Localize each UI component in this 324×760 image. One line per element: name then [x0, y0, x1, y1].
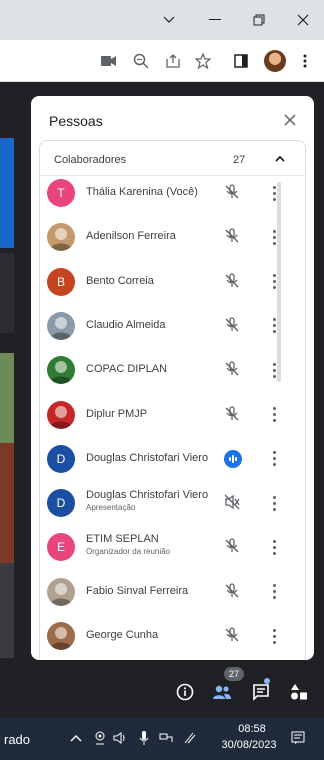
mic-off-icon[interactable] — [223, 272, 243, 292]
panel-title: Pessoas — [49, 113, 103, 129]
tab-search-chevron-down-icon[interactable] — [146, 0, 192, 40]
chat-notification-dot — [264, 678, 270, 684]
participant-subtitle: Apresentação — [86, 503, 136, 513]
participant-name: Claudio Almeida — [86, 318, 166, 331]
clock-date[interactable]: 30/08/2023 — [214, 739, 284, 751]
info-icon[interactable] — [173, 680, 197, 704]
participant-avatar: T — [47, 179, 75, 207]
participant-name: Bento Correia — [86, 274, 154, 287]
participant-avatar — [47, 622, 75, 650]
participant-name: Adenilson Ferreira — [86, 230, 176, 243]
restore-icon[interactable] — [236, 0, 282, 40]
mic-off-icon[interactable] — [223, 537, 243, 557]
clock-time[interactable]: 08:58 — [222, 723, 282, 735]
collapse-chevron-up-icon[interactable] — [270, 149, 290, 169]
video-tile-edge — [0, 443, 14, 563]
section-label: Colaboradores — [54, 154, 127, 166]
tray-speaker-icon[interactable] — [112, 730, 128, 746]
video-tile-edge — [0, 138, 14, 248]
participant-row[interactable]: D Douglas Christofari Viero Apresentação — [39, 481, 289, 525]
more-vert-icon[interactable] — [269, 493, 279, 513]
tray-camera-icon[interactable] — [92, 730, 108, 746]
participant-avatar — [47, 400, 75, 429]
participant-avatar — [47, 223, 75, 252]
participant-row[interactable]: B Bento Correia — [39, 260, 289, 304]
participant-avatar — [47, 311, 75, 340]
people-panel: Pessoas Colaboradores 27 T Thália Karenin… — [31, 96, 314, 660]
participant-name: Fabio Sinval Ferreira — [86, 584, 189, 597]
mic-off-icon[interactable] — [223, 405, 243, 425]
participant-list-scrollbar[interactable] — [277, 182, 281, 382]
mic-off-icon[interactable] — [223, 360, 243, 380]
participant-name: COPAC DIPLAN — [86, 363, 168, 376]
more-vert-icon[interactable] — [269, 537, 279, 557]
profile-avatar[interactable] — [264, 50, 286, 72]
audio-off-icon[interactable] — [223, 493, 243, 513]
participant-row[interactable]: COPAC DIPLAN — [39, 348, 289, 392]
participant-avatar: D — [47, 444, 75, 473]
participant-row[interactable]: D Douglas Christofari Viero — [39, 437, 289, 481]
participant-name: Douglas Christofari Viero — [86, 451, 209, 464]
mic-off-icon[interactable] — [223, 582, 243, 602]
tray-mic-icon[interactable] — [136, 730, 152, 746]
participant-avatar: B — [47, 267, 75, 296]
participant-name: Douglas Christofari Viero — [86, 489, 209, 502]
participant-name: ETIM SEPLAN — [86, 533, 159, 546]
tray-network-icon[interactable] — [158, 730, 174, 746]
windows-taskbar: rado 08:58 30/08/2023 — [0, 718, 324, 760]
participant-row[interactable]: Adenilson Ferreira — [39, 215, 289, 259]
mic-off-icon[interactable] — [223, 626, 243, 646]
participant-row[interactable]: Diplur PMJP — [39, 393, 289, 437]
star-icon[interactable] — [192, 50, 214, 72]
browser-titlebar — [0, 0, 324, 40]
participant-row[interactable]: T Thália Karenina (Você) — [39, 171, 289, 215]
video-tile-edge — [0, 253, 14, 333]
chat-icon[interactable] — [249, 680, 273, 704]
participant-row[interactable]: E ETIM SEPLAN Organizador da reunião — [39, 525, 289, 569]
participant-avatar: D — [47, 489, 75, 518]
close-window-icon[interactable] — [280, 0, 324, 40]
people-icon[interactable] — [210, 680, 234, 704]
speaking-indicator-icon[interactable] — [223, 449, 243, 469]
participant-row[interactable]: George Cunha — [39, 614, 289, 658]
participant-avatar — [47, 356, 75, 385]
close-panel-icon[interactable] — [278, 108, 302, 132]
section-count: 27 — [233, 154, 246, 166]
taskbar-app-label[interactable]: rado — [4, 732, 30, 747]
sidepanel-icon[interactable] — [230, 50, 252, 72]
people-count-badge: 27 — [224, 667, 244, 681]
participant-subtitle: Organizador da reunião — [86, 547, 171, 557]
participant-name: Diplur PMJP — [86, 407, 148, 420]
minimize-icon[interactable] — [192, 0, 238, 40]
browser-toolbar — [0, 40, 324, 82]
video-tile-edge — [0, 353, 14, 443]
video-tile-edge — [0, 563, 14, 658]
camera-icon[interactable] — [98, 50, 120, 72]
tray-pen-icon[interactable] — [182, 730, 198, 746]
share-icon[interactable] — [162, 50, 184, 72]
participant-row[interactable]: Fabio Sinval Ferreira — [39, 570, 289, 614]
participant-name: George Cunha — [86, 629, 159, 641]
mic-off-icon[interactable] — [223, 183, 243, 203]
participant-row[interactable]: Claudio Almeida — [39, 304, 289, 348]
notification-center-icon[interactable] — [290, 730, 306, 746]
more-vert-icon[interactable] — [269, 582, 279, 602]
more-vert-icon[interactable] — [269, 449, 279, 469]
participant-avatar: E — [47, 533, 75, 562]
tray-chevron-up-icon[interactable] — [68, 730, 84, 746]
participant-avatar — [47, 577, 75, 606]
mic-off-icon[interactable] — [223, 316, 243, 336]
activities-icon[interactable] — [287, 680, 311, 704]
more-vert-icon[interactable] — [269, 626, 279, 646]
kebab-icon[interactable] — [294, 50, 316, 72]
participant-name: Thália Karenina (Você) — [86, 186, 198, 198]
more-vert-icon[interactable] — [269, 405, 279, 425]
zoom-icon[interactable] — [130, 50, 152, 72]
mic-off-icon[interactable] — [223, 227, 243, 247]
